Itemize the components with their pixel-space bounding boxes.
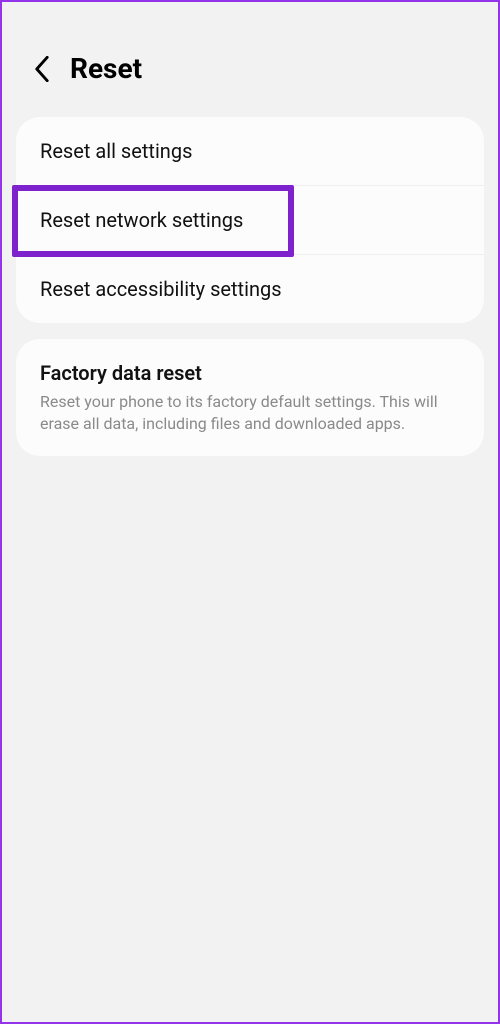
factory-reset-description: Reset your phone to its factory default … — [40, 391, 460, 434]
page-title: Reset — [70, 52, 142, 85]
reset-options-card: Reset all settings Reset network setting… — [16, 117, 484, 323]
factory-reset-title: Factory data reset — [40, 361, 460, 385]
reset-accessibility-settings-item[interactable]: Reset accessibility settings — [16, 255, 484, 323]
factory-reset-card: Factory data reset Reset your phone to i… — [16, 339, 484, 456]
list-item-label: Reset all settings — [40, 139, 192, 163]
reset-all-settings-item[interactable]: Reset all settings — [16, 117, 484, 185]
reset-network-settings-item[interactable]: Reset network settings — [16, 186, 484, 254]
back-icon[interactable] — [32, 55, 52, 83]
list-item-label: Reset network settings — [40, 208, 243, 232]
factory-data-reset-item[interactable]: Factory data reset Reset your phone to i… — [16, 339, 484, 456]
header: Reset — [2, 2, 498, 109]
list-item-label: Reset accessibility settings — [40, 277, 282, 301]
